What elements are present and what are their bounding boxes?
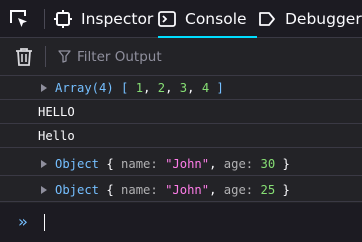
console-message-text: HELLO <box>0 100 362 124</box>
console-filter-bar: Filter Output <box>0 38 362 76</box>
log-text: HELLO <box>38 104 75 119</box>
devtools-toolbar: Inspector Console Debugger <box>0 0 362 38</box>
element-picker-button[interactable] <box>8 0 38 37</box>
element-picker-icon <box>10 9 27 27</box>
object-key: age: <box>223 182 254 197</box>
console-input[interactable]: » <box>0 203 362 242</box>
prompt-chevron-icon: » <box>18 212 28 231</box>
object-key: age: <box>223 156 254 171</box>
tab-console-label: Console <box>185 9 247 28</box>
object-value: "John" <box>165 182 210 197</box>
filter-icon <box>58 50 71 63</box>
object-label: Object <box>55 182 100 197</box>
inspector-icon <box>54 9 72 28</box>
tab-debugger-label: Debugger <box>285 9 362 28</box>
expand-arrow-icon[interactable] <box>41 159 47 168</box>
console-message-object[interactable]: Object { name: "John", age: 25 } <box>0 178 362 202</box>
array-item: 4 <box>201 80 210 95</box>
object-key: name: <box>121 156 158 171</box>
object-label: Object <box>55 156 100 171</box>
console-icon <box>158 10 176 27</box>
filter-separator <box>45 46 46 67</box>
filter-output-input[interactable]: Filter Output <box>58 38 162 75</box>
array-item: 1 <box>135 80 144 95</box>
toolbar-separator <box>44 9 45 29</box>
tab-debugger[interactable]: Debugger <box>258 0 362 37</box>
expand-arrow-icon[interactable] <box>41 83 47 92</box>
console-message-array[interactable]: Array(4) [ 1, 2, 3, 4 ] <box>0 76 362 100</box>
object-key: name: <box>121 182 158 197</box>
array-item: 3 <box>179 80 188 95</box>
tab-inspector-label: Inspector <box>81 9 154 28</box>
object-value: 30 <box>260 156 276 171</box>
trash-icon <box>16 48 32 66</box>
array-item: 2 <box>157 80 166 95</box>
object-value: "John" <box>165 156 210 171</box>
filter-placeholder: Filter Output <box>77 48 162 65</box>
debugger-icon <box>259 11 275 26</box>
array-close-bracket: ] <box>216 80 224 95</box>
array-open-bracket: [ <box>121 80 129 95</box>
tab-console[interactable]: Console <box>158 0 257 38</box>
console-message-object[interactable]: Object { name: "John", age: 30 } <box>0 152 362 176</box>
object-value: 25 <box>260 182 276 197</box>
text-caret <box>44 214 45 231</box>
clear-console-button[interactable] <box>14 46 34 72</box>
log-text: Hello <box>38 128 75 143</box>
console-message-text: Hello <box>0 124 362 148</box>
tab-inspector[interactable]: Inspector <box>54 0 153 37</box>
array-label: Array(4) <box>55 80 114 95</box>
expand-arrow-icon[interactable] <box>41 185 47 194</box>
